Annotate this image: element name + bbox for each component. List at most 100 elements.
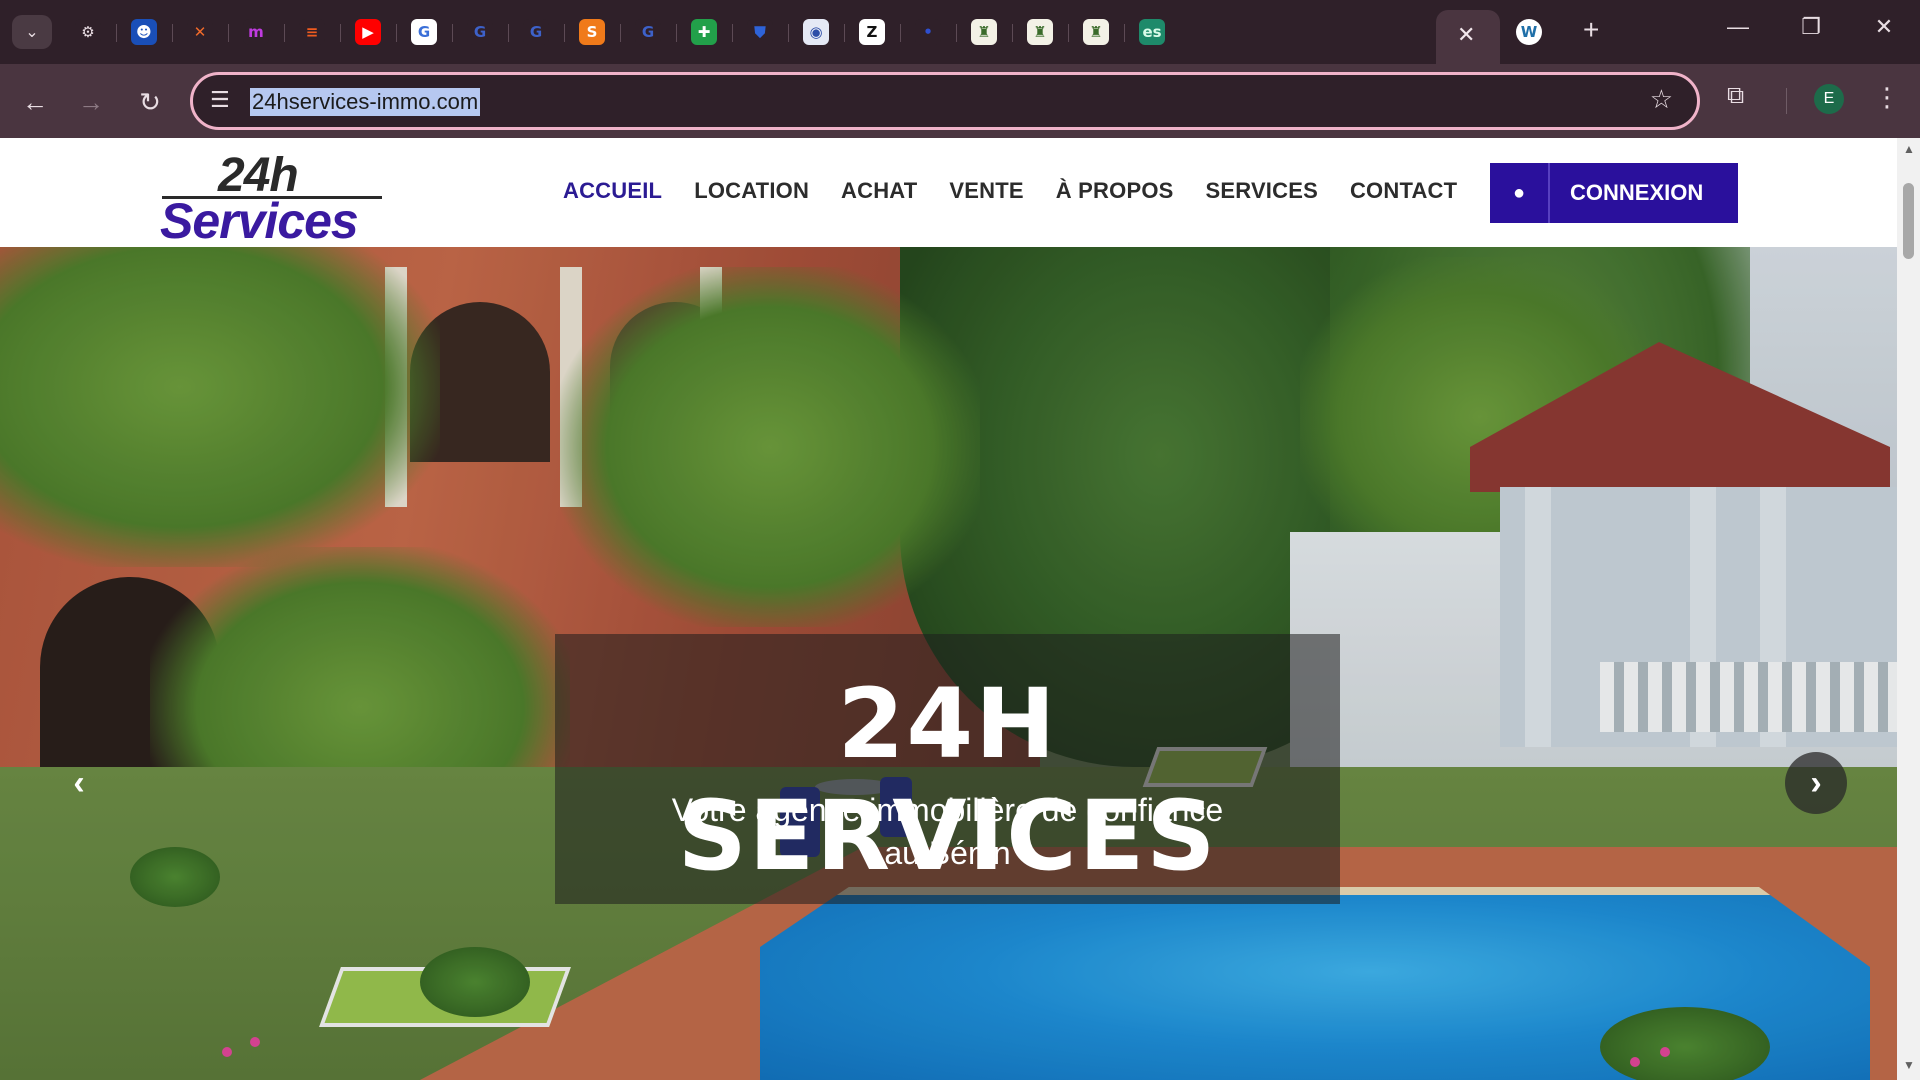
wordpress-icon: W [1516, 19, 1542, 45]
nav-item-achat[interactable]: ACHAT [841, 178, 917, 204]
ghost-icon: ☻ [131, 19, 157, 45]
address-bar[interactable]: ☰ 24hservices-immo.com ☆ [190, 72, 1700, 130]
browser-tab[interactable]: ▶ [350, 14, 386, 50]
tab-separator [1068, 24, 1069, 42]
nav-item--propos[interactable]: À PROPOS [1056, 178, 1174, 204]
tab-separator [732, 24, 733, 42]
gg-icon: G [467, 19, 493, 45]
browser-tab[interactable]: ♜ [1022, 14, 1058, 50]
gg-icon: G [635, 19, 661, 45]
browser-tab[interactable]: G [406, 14, 442, 50]
site-header: 24h Services ACCUEIL LOCATION ACHAT VENTE À … [0, 138, 1897, 249]
tab-separator [1012, 24, 1013, 42]
restore-icon: ❐ [1801, 14, 1821, 39]
tab-separator [284, 24, 285, 42]
scroll-down-icon[interactable]: ▼ [1903, 1058, 1915, 1072]
tab-separator [396, 24, 397, 42]
slider-prev-button[interactable]: ‹ [48, 752, 110, 814]
slider-next-button[interactable]: › [1785, 752, 1847, 814]
back-button[interactable]: ← [17, 84, 53, 120]
chevron-down-icon: ⌄ [25, 24, 39, 41]
nav-item-location[interactable]: LOCATION [694, 178, 809, 204]
plus-icon: + [1583, 14, 1600, 45]
toolbar-divider [1786, 88, 1787, 114]
tab-strip: ⌄ ⚙ ☻ ✕ m ≡ ▶ G G G S G ✚ ⛊ ◉ Z • ♜ ♜ ♜ es ✕ W + — ❐ ✕ [0, 0, 1920, 64]
forward-button[interactable]: → [73, 84, 109, 120]
globe-icon: ◉ [803, 19, 829, 45]
close-window-button[interactable]: ✕ [1864, 14, 1904, 40]
new-tab-button[interactable]: + [1583, 14, 1599, 46]
hero-subtitle: Votre agence immobilière de confiance au… [671, 792, 1224, 871]
chevron-left-icon: ‹ [73, 763, 85, 802]
menu-icon[interactable]: ⋮ [1874, 82, 1900, 113]
page-scrollbar[interactable]: ▲ ▼ [1897, 138, 1920, 1080]
browser-tab[interactable]: m [238, 14, 274, 50]
s-icon: S [579, 19, 605, 45]
browser-tab[interactable]: G [462, 14, 498, 50]
close-window-icon: ✕ [1874, 14, 1894, 39]
site-logo[interactable]: 24h Services [160, 148, 384, 249]
tab-separator [1124, 24, 1125, 42]
tab-separator [788, 24, 789, 42]
tune-icon[interactable]: ☰ [210, 87, 230, 113]
tab-separator [340, 24, 341, 42]
profile-avatar[interactable]: E [1814, 84, 1844, 114]
scroll-up-icon[interactable]: ▲ [1903, 142, 1915, 156]
tab-separator [676, 24, 677, 42]
shield-icon: ⛊ [747, 19, 773, 45]
hero-slider: 24H SERVICES Votre agence immobilière de… [0, 247, 1897, 1080]
login-label: CONNEXION [1570, 180, 1704, 205]
crest-icon: ♜ [1083, 19, 1109, 45]
crest-icon: ♜ [1027, 19, 1053, 45]
nav-item-accueil[interactable]: ACCUEIL [563, 178, 662, 204]
nav-item-services[interactable]: SERVICES [1206, 178, 1318, 204]
nav-item-vente[interactable]: VENTE [949, 178, 1023, 204]
gg-icon: G [411, 19, 437, 45]
cross-icon: ✕ [187, 19, 213, 45]
active-tab[interactable]: ✕ [1436, 10, 1500, 64]
tab-separator [900, 24, 901, 42]
tab-search-button[interactable]: ⌄ [12, 15, 52, 49]
url-text[interactable]: 24hservices-immo.com [250, 88, 481, 116]
user-circle-icon: ● [1490, 163, 1550, 223]
openai-icon: ⚙ [75, 19, 101, 45]
browser-tab[interactable]: ◉ [798, 14, 834, 50]
reload-button[interactable]: ↻ [132, 84, 168, 120]
browser-tab[interactable]: G [630, 14, 666, 50]
star-icon[interactable]: ☆ [1650, 84, 1673, 115]
browser-tab[interactable]: G [518, 14, 554, 50]
arrow-left-icon: ← [22, 86, 48, 117]
browser-tab[interactable]: ⛊ [742, 14, 778, 50]
arrow-right-icon: → [78, 86, 104, 117]
tab-separator [452, 24, 453, 42]
browser-tab[interactable]: ≡ [294, 14, 330, 50]
browser-tab[interactable]: ✚ [686, 14, 722, 50]
browser-tab[interactable]: S [574, 14, 610, 50]
scroll-thumb[interactable] [1903, 183, 1914, 259]
browser-tab[interactable]: ☻ [126, 14, 162, 50]
nav-item-contact[interactable]: CONTACT [1350, 178, 1457, 204]
puzzle-icon[interactable]: ⧉ [1727, 82, 1744, 110]
tab-separator [508, 24, 509, 42]
tab-separator [116, 24, 117, 42]
browser-tab[interactable]: ♜ [1078, 14, 1114, 50]
browser-tab[interactable]: Z [854, 14, 890, 50]
browser-tab[interactable]: es [1134, 14, 1170, 50]
page-viewport: 24h Services ACCUEIL LOCATION ACHAT VENTE À … [0, 138, 1920, 1080]
browser-tab[interactable]: ✕ [182, 14, 218, 50]
minimize-button[interactable]: — [1718, 14, 1758, 40]
main-nav: ACCUEIL LOCATION ACHAT VENTE À PROPOS SERVICE… [563, 178, 1489, 204]
login-button[interactable]: ● CONNEXION [1490, 163, 1738, 223]
dot-icon: • [915, 19, 941, 45]
tab-separator [564, 24, 565, 42]
tab-wordpress[interactable]: W [1511, 14, 1547, 50]
stack-icon: ≡ [299, 19, 325, 45]
close-icon[interactable]: ✕ [1457, 22, 1475, 48]
browser-tab[interactable]: • [910, 14, 946, 50]
browser-tab[interactable]: ⚙ [70, 14, 106, 50]
crest-icon: ♜ [971, 19, 997, 45]
restore-button[interactable]: ❐ [1791, 14, 1831, 40]
hero-caption: 24H SERVICES Votre agence immobilière de… [555, 634, 1340, 904]
browser-tab[interactable]: ♜ [966, 14, 1002, 50]
chevron-right-icon: › [1810, 763, 1822, 802]
